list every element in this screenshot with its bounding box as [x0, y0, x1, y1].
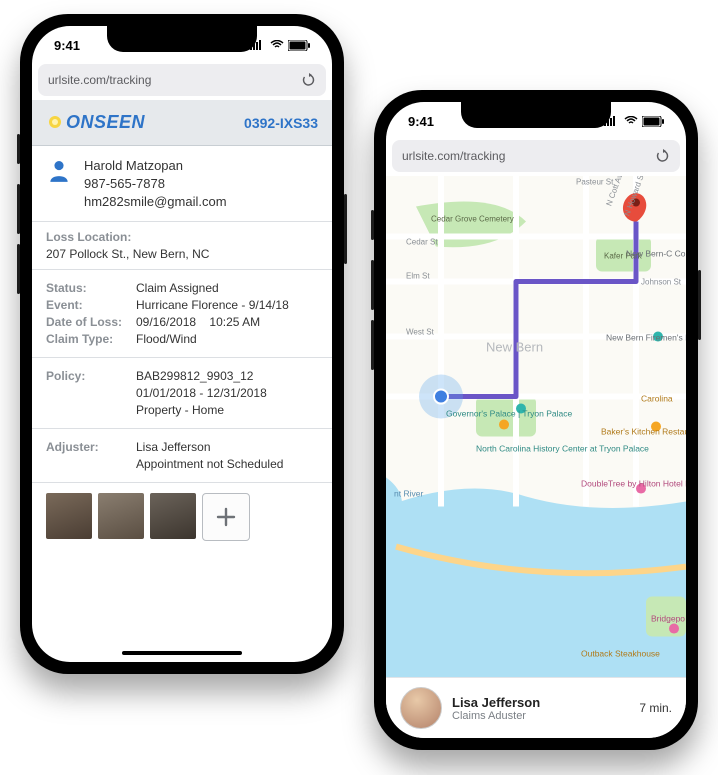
thumb-3[interactable]: [150, 493, 196, 539]
map-label: Pasteur St: [576, 178, 614, 187]
wifi-icon: [270, 40, 284, 50]
contact-name: Harold Matzopan: [84, 158, 227, 173]
adjuster-name: Lisa Jefferson: [452, 695, 540, 710]
phone-left: 9:41 urlsite.com/tracking ONSEEN 0392-IX…: [20, 14, 344, 674]
wifi-icon: [624, 116, 638, 126]
logo-text: ONSEEN: [66, 112, 145, 133]
person-icon: [46, 158, 72, 184]
status-icons: [250, 40, 310, 51]
row-adjuster: Adjuster:Lisa Jefferson: [46, 440, 318, 454]
row-policy: Policy:BAB299812_9903_12: [46, 369, 318, 383]
map-label: Cedar St: [406, 238, 438, 247]
status-icons: [604, 116, 664, 127]
app-header: ONSEEN 0392-IXS33: [32, 100, 332, 146]
contact-card: Harold Matzopan 987-565-7878 hm282smile@…: [32, 146, 332, 222]
map-label: nt River: [394, 489, 423, 499]
map-label: New Bern Firemen's Museu: [606, 333, 686, 343]
status-time: 9:41: [54, 38, 80, 53]
map-label: New Bern: [486, 340, 543, 355]
map-label: Governor's Palace | Tryon Palace: [446, 409, 572, 419]
row-status: Status:Claim Assigned: [46, 281, 318, 295]
map-label: Johnson St: [641, 278, 682, 287]
url-text: urlsite.com/tracking: [48, 73, 151, 87]
url-text: urlsite.com/tracking: [402, 149, 505, 163]
status-time: 9:41: [408, 114, 434, 129]
loss-location-label: Loss Location:: [46, 230, 318, 244]
photo-thumbs: [32, 483, 332, 551]
adjuster-role: Claims Aduster: [452, 710, 540, 722]
eta-value: 7 min.: [639, 701, 672, 715]
map-view[interactable]: Cedar Grove Cemetery Kafer Park Elm St C…: [386, 176, 686, 677]
notch: [461, 102, 611, 128]
url-bar[interactable]: urlsite.com/tracking: [38, 64, 326, 96]
adjuster-card[interactable]: Lisa Jefferson Claims Aduster 7 min.: [386, 677, 686, 738]
logo: ONSEEN: [46, 112, 145, 133]
row-dol: Date of Loss:09/16/2018 10:25 AM: [46, 315, 318, 329]
url-bar[interactable]: urlsite.com/tracking: [392, 140, 680, 172]
battery-icon: [288, 40, 310, 51]
home-indicator[interactable]: [122, 651, 242, 655]
avatar: [400, 687, 442, 729]
contact-email[interactable]: hm282smile@gmail.com: [84, 194, 227, 209]
current-location-icon: [434, 390, 448, 404]
map-label: Bridgepo Hotel: [651, 614, 686, 624]
adjuster-section: Adjuster:Lisa Jefferson Appointment not …: [32, 429, 332, 483]
thumb-1[interactable]: [46, 493, 92, 539]
thumb-2[interactable]: [98, 493, 144, 539]
map-label: Cedar Grove Cemetery: [431, 215, 514, 224]
map-label: Elm St: [406, 272, 430, 281]
plus-icon: [215, 506, 237, 528]
contact-phone[interactable]: 987-565-7878: [84, 176, 227, 191]
reload-icon[interactable]: [302, 73, 316, 87]
map-label: North Carolina History Center at Tryon P…: [476, 444, 649, 454]
map-label: West St: [406, 328, 435, 337]
notch: [107, 26, 257, 52]
logo-icon: [46, 114, 64, 132]
details-section: Status:Claim Assigned Event:Hurricane Fl…: [32, 270, 332, 358]
phone-right: 9:41 urlsite.com/tracking: [374, 90, 698, 750]
map-label: Outback Steakhouse: [581, 649, 660, 659]
claim-number: 0392-IXS33: [244, 115, 318, 131]
row-claimtype: Claim Type:Flood/Wind: [46, 332, 318, 346]
map-label: Baker's Kitchen Restaurant & Bakery: [601, 427, 686, 437]
loss-location-section: Loss Location: 207 Pollock St., New Bern…: [32, 222, 332, 270]
row-event: Event:Hurricane Florence - 9/14/18: [46, 298, 318, 312]
policy-section: Policy:BAB299812_9903_12 01/01/2018 - 12…: [32, 358, 332, 429]
loss-location-value: 207 Pollock St., New Bern, NC: [46, 247, 318, 261]
reload-icon[interactable]: [656, 149, 670, 163]
battery-icon: [642, 116, 664, 127]
map-label: DoubleTree by Hilton Hotel New Bern: [581, 479, 686, 489]
add-photo-button[interactable]: [202, 493, 250, 541]
map-label: New Bern-C County Publi: [626, 249, 686, 259]
map-label: Carolina: [641, 394, 673, 404]
